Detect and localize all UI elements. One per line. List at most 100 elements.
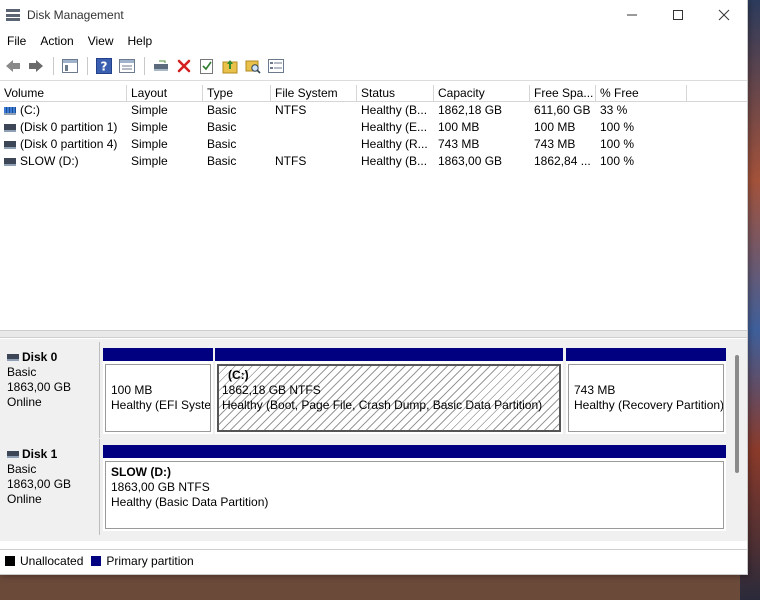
volume-percent-free: 33 % [600,103,628,117]
partition-status: Healthy (EFI System Partition) [111,398,211,412]
table-row[interactable]: (C:) Simple Basic NTFS Healthy (B... 186… [0,102,747,119]
disk-0-row: Disk 0 Basic 1863,00 GB Online 100 MB He… [0,342,730,438]
disk-icon [7,451,19,459]
volume-list: Volume Layout Type File System Status Ca… [0,85,747,330]
toolbar-separator [144,57,145,75]
column-status[interactable]: Status [357,85,434,101]
volume-capacity: 1863,00 GB [438,154,503,168]
volume-icon [4,157,16,166]
disk-management-icon [6,9,20,21]
column-capacity[interactable]: Capacity [434,85,530,101]
menu-view[interactable]: View [81,34,121,48]
details-button[interactable] [265,55,287,77]
volume-name: SLOW (D:) [20,154,79,168]
menu-file[interactable]: File [0,34,33,48]
system-volume-icon [4,106,16,115]
list-view-icon [119,59,135,73]
folder-search-icon [245,60,261,74]
search-button[interactable] [242,55,264,77]
help-button[interactable]: ? [93,55,115,77]
maximize-icon [673,10,683,20]
legend: Unallocated Primary partition [0,549,747,572]
volume-status: Healthy (E... [361,120,428,134]
disk-0-label[interactable]: Disk 0 Basic 1863,00 GB Online [0,342,100,438]
close-button[interactable] [701,0,747,30]
partition-title: (C:) [228,368,249,382]
disk-kind: Basic [7,365,37,379]
volume-type: Basic [207,154,237,168]
volume-status: Healthy (B... [361,103,428,117]
column-layout[interactable]: Layout [127,85,203,101]
volume-type: Basic [207,103,237,117]
table-row[interactable]: (Disk 0 partition 4) Simple Basic Health… [0,136,747,153]
volume-capacity: 743 MB [438,137,480,151]
column-percent-free[interactable]: % Free [596,85,687,101]
volume-free-space: 100 MB [534,120,576,134]
delete-button[interactable] [173,55,195,77]
details-view-icon [268,59,284,73]
graphical-view-scrollbar[interactable] [735,355,739,473]
partition-size: 743 MB [574,383,616,397]
disk-kind: Basic [7,462,37,476]
partition-size: 1862,18 GB NTFS [222,383,321,397]
partition-recovery[interactable]: 743 MB Healthy (Recovery Partition) [566,348,726,434]
partition-title: SLOW (D:) [111,465,171,479]
pane-splitter[interactable] [0,330,747,338]
volume-icon [4,140,16,149]
volume-file-system [271,119,357,136]
minimize-button[interactable] [609,0,655,30]
export-button[interactable] [219,55,241,77]
partition-status: Healthy (Recovery Partition) [574,398,724,412]
table-row[interactable]: (Disk 0 partition 1) Simple Basic Health… [0,119,747,136]
disk-name: Disk 0 [22,350,58,364]
volume-type: Basic [207,120,237,134]
menu-action[interactable]: Action [33,34,80,48]
disk-1-row: Disk 1 Basic 1863,00 GB Online SLOW (D:)… [0,439,730,535]
check-button[interactable] [196,55,218,77]
delete-x-icon [177,59,191,73]
volume-name: (Disk 0 partition 4) [20,137,118,151]
show-hide-console-tree-button[interactable] [59,55,81,77]
volume-status: Healthy (R... [361,137,428,151]
partition-status: Healthy (Basic Data Partition) [111,495,269,509]
back-button[interactable] [2,55,24,77]
folder-up-icon [222,60,238,74]
toolbar: ? [0,52,747,81]
column-free-space[interactable]: Free Spa... [530,85,596,101]
toolbar-separator [53,57,54,75]
forward-button[interactable] [25,55,47,77]
partition-efi[interactable]: 100 MB Healthy (EFI System Partition) [103,348,213,434]
disk-icon [7,354,19,362]
volume-file-system: NTFS [275,154,307,168]
primary-partition-bar [215,348,563,361]
disk-drive-icon [154,60,168,71]
toolbar-separator [87,57,88,75]
volume-free-space: 1862,84 ... [534,154,591,168]
partition-d[interactable]: SLOW (D:) 1863,00 GB NTFS Healthy (Basic… [103,445,726,531]
partition-c[interactable]: (C:) 1862,18 GB NTFS Healthy (Boot, Page… [215,348,563,434]
column-file-system[interactable]: File System [271,85,357,101]
volume-percent-free: 100 % [600,137,635,151]
menu-help[interactable]: Help [121,34,160,48]
disk-1-label[interactable]: Disk 1 Basic 1863,00 GB Online [0,439,100,535]
legend-unallocated: Unallocated [20,554,84,568]
connect-disk-button[interactable] [150,55,172,77]
disk-size: 1863,00 GB [7,380,72,394]
primary-partition-bar [566,348,726,361]
disk-state: Online [7,492,42,506]
volume-capacity: 1862,18 GB [438,103,503,117]
properties-view-button[interactable] [116,55,138,77]
volume-layout: Simple [131,154,168,168]
column-type[interactable]: Type [203,85,271,101]
volume-layout: Simple [131,103,168,117]
back-arrow-icon [6,60,20,72]
primary-partition-bar [103,445,726,458]
volume-percent-free: 100 % [600,154,635,168]
volume-free-space: 611,60 GB [534,103,591,117]
maximize-button[interactable] [655,0,701,30]
primary-partition-bar [103,348,213,361]
column-volume[interactable]: Volume [0,85,127,101]
menu-bar: File Action View Help [0,30,747,52]
table-row[interactable]: SLOW (D:) Simple Basic NTFS Healthy (B..… [0,153,747,170]
checklist-icon [200,59,213,74]
